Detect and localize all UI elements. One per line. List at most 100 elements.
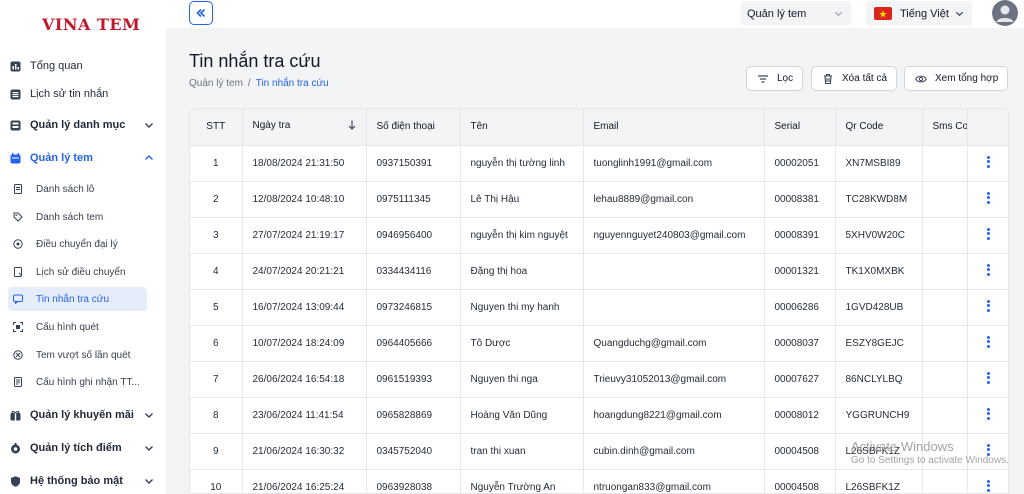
- table-row[interactable]: 2 12/08/2024 10:48:10 0975111345 Lê Thị Hậu…: [190, 181, 1008, 218]
- filter-button[interactable]: Lọc: [746, 66, 803, 91]
- view-summary-button-label: Xem tổng hợp: [935, 73, 999, 84]
- sidebar-item-stamp-management[interactable]: Quản lý tem: [0, 145, 166, 171]
- row-actions-cell: [967, 145, 1008, 182]
- table-row[interactable]: 5 16/07/2024 13:09:44 0973246815 Nguyen thi…: [190, 289, 1008, 326]
- sort-arrow-down-icon[interactable]: [348, 120, 356, 133]
- sidebar-subitem-label: Tin nhắn tra cứu: [36, 293, 110, 305]
- more-options-icon[interactable]: [987, 263, 991, 276]
- sidebar-item-dashboard[interactable]: Tổng quan: [0, 53, 166, 79]
- brand-logo[interactable]: VINA TEM: [42, 15, 140, 34]
- table-row[interactable]: 8 23/06/2024 11:41:54 0965828869 Hoàng Văn …: [190, 397, 1008, 434]
- sidebar-item-points[interactable]: Quản lý tích điểm: [0, 435, 166, 461]
- tag-icon: [13, 212, 23, 222]
- cell-date: 21/06/2024 16:30:32: [242, 433, 367, 470]
- cell-sms: [922, 397, 968, 434]
- table-row[interactable]: 1 18/08/2024 21:31:50 0937150391 nguyễn thị…: [190, 145, 1008, 182]
- more-options-icon[interactable]: [987, 407, 991, 420]
- points-icon: [10, 442, 21, 454]
- sidebar-subitem-agent-transfer[interactable]: Điều chuyển đại lý: [0, 232, 166, 256]
- user-avatar[interactable]: [992, 0, 1018, 26]
- list-icon: [10, 89, 21, 100]
- cell-name: Nguyen thi my hanh: [460, 289, 584, 326]
- collapse-sidebar-button[interactable]: [189, 1, 213, 25]
- sidebar-subitem-scan-config[interactable]: Cấu hình quét: [0, 315, 166, 339]
- sidebar-item-catalog[interactable]: Quản lý danh mục: [0, 112, 166, 138]
- sidebar-subitem-stamp-list[interactable]: Danh sách tem: [0, 205, 166, 229]
- chevron-down-icon: [145, 413, 153, 418]
- sidebar-item-promotions[interactable]: Quản lý khuyến mãi: [0, 402, 166, 428]
- cell-sms: [922, 217, 968, 254]
- row-actions-cell: [967, 217, 1008, 254]
- cell-date: 27/07/2024 21:19:17: [242, 217, 367, 254]
- cell-qr-code: XN7MSBI89: [835, 145, 923, 182]
- cell-stt: 6: [190, 325, 243, 362]
- column-header-email: Email: [583, 109, 765, 146]
- cell-email: [583, 289, 765, 326]
- table-row[interactable]: 3 27/07/2024 21:19:17 0946956400 nguyễn thị…: [190, 217, 1008, 254]
- cell-serial: 00008037: [764, 325, 836, 362]
- row-actions-cell: [967, 181, 1008, 218]
- row-actions-cell: [967, 289, 1008, 326]
- sidebar-item-label: Lịch sử tin nhắn: [30, 88, 109, 100]
- module-select[interactable]: Quản lý tem: [741, 1, 851, 26]
- language-select[interactable]: Tiếng Việt: [866, 1, 972, 26]
- table-row[interactable]: 7 26/06/2024 16:54:18 0961519393 Nguyen thi…: [190, 361, 1008, 398]
- cell-name: Nguyen thi nga: [460, 361, 584, 398]
- sidebar-subitem-over-scan[interactable]: Tem vượt số lần quét: [0, 343, 166, 367]
- table-header-row: STT Ngày tra Số điện thoại Tên Email Ser…: [190, 109, 1008, 146]
- more-options-icon[interactable]: [987, 479, 991, 492]
- cell-name: nguyễn thị tường linh: [460, 145, 584, 182]
- cell-stt: 5: [190, 289, 243, 326]
- cell-email: Quangduchg@gmail.com: [583, 325, 765, 362]
- more-options-icon[interactable]: [987, 299, 991, 312]
- sidebar-subitem-record-config[interactable]: Cấu hình ghi nhận TT...: [0, 370, 166, 394]
- breadcrumb-item[interactable]: Quản lý tem: [189, 78, 243, 89]
- row-actions-cell: [967, 325, 1008, 362]
- cell-stt: 9: [190, 433, 243, 470]
- column-header-serial: Serial: [764, 109, 836, 146]
- cell-date: 12/08/2024 10:48:10: [242, 181, 367, 218]
- cell-phone: 0964405666: [366, 325, 461, 362]
- delete-all-button[interactable]: Xóa tất cả: [811, 66, 897, 91]
- cell-email: ntruongan833@gmail.com: [583, 469, 765, 493]
- cell-email: nguyennguyet240803@gmail.com: [583, 217, 765, 254]
- breadcrumb-current: Tin nhắn tra cứu: [255, 78, 329, 89]
- filter-icon: [757, 73, 769, 85]
- cell-serial: 00004508: [764, 469, 836, 493]
- cell-serial: 00008391: [764, 217, 836, 254]
- message-icon: [13, 294, 23, 304]
- column-header-date[interactable]: Ngày tra: [242, 109, 367, 146]
- cell-name: nguyễn thị kim nguyệt: [460, 217, 584, 254]
- cell-qr-code: TC28KWD8M: [835, 181, 923, 218]
- cell-date: 21/06/2024 16:25:24: [242, 469, 367, 493]
- history-icon: [13, 267, 23, 277]
- cell-phone: 0963928038: [366, 469, 461, 493]
- cell-serial: 00008012: [764, 397, 836, 434]
- cell-serial: 00007627: [764, 361, 836, 398]
- more-options-icon[interactable]: [987, 335, 991, 348]
- more-options-icon[interactable]: [987, 191, 991, 204]
- table-row[interactable]: 4 24/07/2024 20:21:21 0334434116 Đặng thị h…: [190, 253, 1008, 290]
- sidebar-item-security[interactable]: Hệ thống bảo mật: [0, 468, 166, 494]
- cell-email: [583, 253, 765, 290]
- table-row[interactable]: 6 10/07/2024 18:24:09 0964405666 Tô Dược Qua…: [190, 325, 1008, 362]
- table-row[interactable]: 10 21/06/2024 16:25:24 0963928038 Nguyễn Tr…: [190, 469, 1008, 493]
- sidebar-subitem-batch-list[interactable]: Danh sách lô: [0, 177, 166, 201]
- scan-icon: [13, 322, 23, 332]
- cell-qr-code: L26SBFK1Z: [835, 469, 923, 493]
- watermark-subtitle: Go to Settings to activate Windows.: [851, 455, 1009, 467]
- cell-name: Đặng thị hoa: [460, 253, 584, 290]
- more-options-icon[interactable]: [987, 227, 991, 240]
- column-header-sms: Sms Co: [922, 109, 968, 146]
- cell-serial: 00004508: [764, 433, 836, 470]
- column-header-stt: STT: [190, 109, 243, 146]
- cell-stt: 3: [190, 217, 243, 254]
- sidebar-item-message-history[interactable]: Lịch sử tin nhắn: [0, 81, 166, 107]
- view-summary-button[interactable]: Xem tổng hợp: [904, 66, 1008, 91]
- sidebar-subitem-lookup-messages[interactable]: Tin nhắn tra cứu: [8, 287, 147, 311]
- chevron-down-icon: [955, 11, 964, 17]
- more-options-icon[interactable]: [987, 371, 991, 384]
- warning-icon: [13, 350, 23, 360]
- more-options-icon[interactable]: [987, 155, 991, 168]
- sidebar-subitem-transfer-history[interactable]: Lịch sử điều chuyển: [0, 260, 166, 284]
